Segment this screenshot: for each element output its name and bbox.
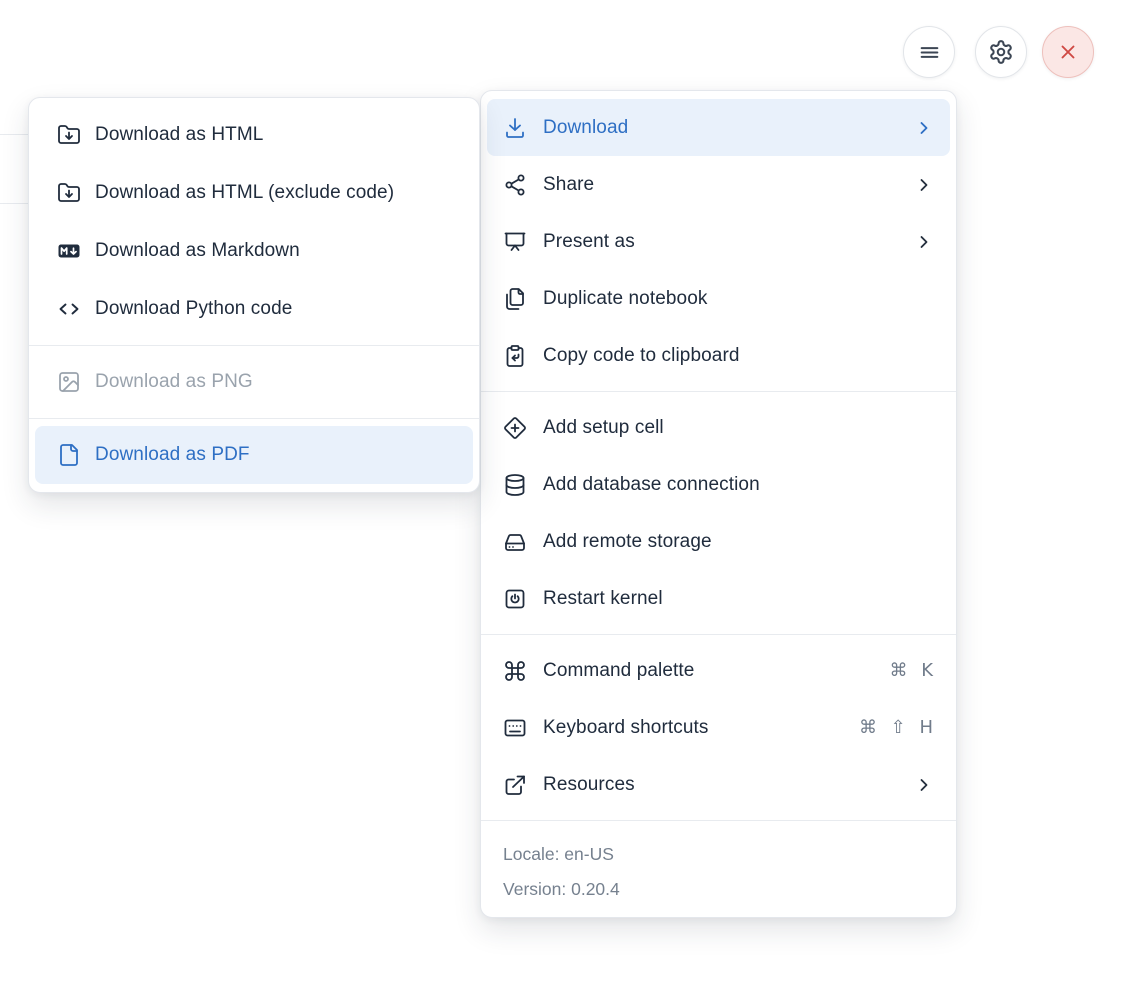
menu-item-download[interactable]: Download	[487, 99, 950, 156]
gear-icon	[990, 40, 1012, 64]
menu-item-add-database-connection[interactable]: Add database connection	[487, 456, 950, 513]
background-cell-border	[0, 134, 28, 135]
notebook-menu-button[interactable]	[903, 26, 955, 78]
clipboard-copy-icon	[506, 344, 524, 367]
chevron-right-icon	[920, 178, 928, 191]
menu-separator	[481, 820, 956, 821]
chevron-right-icon	[920, 778, 928, 791]
menu-separator	[29, 418, 479, 419]
command-icon	[505, 660, 525, 681]
locale-text: Locale: en-US	[503, 844, 614, 864]
menu-item-label: Keyboard shortcuts	[543, 716, 709, 738]
shortcut-text: ⌘ K	[889, 660, 934, 681]
close-icon	[1061, 45, 1075, 59]
menu-item-label: Resources	[543, 773, 635, 795]
menu-item-label: Add database connection	[543, 473, 760, 495]
share-icon	[505, 174, 525, 195]
settings-button[interactable]	[975, 26, 1027, 78]
keyboard-icon	[504, 719, 526, 736]
menu-item-keyboard-shortcuts[interactable]: Keyboard shortcuts ⌘ ⇧ H	[487, 699, 950, 756]
folder-download-icon	[58, 183, 80, 202]
menu-item-label: Download as Markdown	[95, 240, 300, 261]
menu-item-label: Download as PDF	[95, 444, 250, 465]
image-icon	[59, 372, 79, 392]
menu-item-restart-kernel[interactable]: Restart kernel	[487, 570, 950, 627]
menu-item-download-python[interactable]: Download Python code	[35, 280, 473, 338]
file-icon	[60, 444, 78, 466]
version-text: Version: 0.20.4	[503, 879, 620, 899]
menu-item-label: Download as PNG	[95, 371, 253, 392]
menu-item-label: Add remote storage	[543, 530, 712, 552]
presentation-icon	[504, 232, 526, 251]
menu-separator	[481, 634, 956, 635]
database-icon	[505, 473, 525, 496]
diamond-plus-icon	[504, 416, 526, 439]
folder-download-icon	[58, 125, 80, 144]
menu-separator	[481, 391, 956, 392]
hard-drive-icon	[505, 533, 525, 551]
background-cell-border	[0, 203, 28, 204]
menu-item-add-remote-storage[interactable]: Add remote storage	[487, 513, 950, 570]
menu-item-download-markdown[interactable]: Download as Markdown	[35, 222, 473, 280]
menu-item-label: Copy code to clipboard	[543, 344, 740, 366]
menu-item-label: Command palette	[543, 659, 695, 681]
menu-item-download-html[interactable]: Download as HTML	[35, 106, 473, 164]
power-square-icon	[505, 589, 525, 608]
menu-item-label: Download	[543, 116, 629, 138]
menu-item-label: Present as	[543, 230, 635, 252]
markdown-icon	[58, 244, 80, 258]
menu-item-label: Duplicate notebook	[543, 287, 708, 309]
menu-item-copy-code[interactable]: Copy code to clipboard	[487, 327, 950, 384]
hamburger-icon	[920, 46, 938, 58]
menu-item-present-as[interactable]: Present as	[487, 213, 950, 270]
menu-item-add-setup-cell[interactable]: Add setup cell	[487, 399, 950, 456]
menu-item-command-palette[interactable]: Command palette ⌘ K	[487, 642, 950, 699]
menu-item-share[interactable]: Share	[487, 156, 950, 213]
menu-item-label: Share	[543, 173, 595, 195]
menu-item-download-html-exclude-code[interactable]: Download as HTML (exclude code)	[35, 164, 473, 222]
menu-footer: Locale: en-US Version: 0.20.4	[481, 828, 956, 909]
menu-item-resources[interactable]: Resources	[487, 756, 950, 813]
code-icon	[59, 303, 79, 315]
menu-item-label: Download Python code	[95, 298, 293, 319]
duplicate-files-icon	[506, 287, 524, 310]
shortcut-text: ⌘ ⇧ H	[858, 717, 934, 738]
external-link-icon	[505, 775, 525, 795]
menu-item-label: Restart kernel	[543, 587, 663, 609]
download-icon	[506, 117, 524, 138]
menu-item-download-png: Download as PNG	[35, 353, 473, 411]
menu-item-label: Add setup cell	[543, 416, 664, 438]
menu-item-duplicate-notebook[interactable]: Duplicate notebook	[487, 270, 950, 327]
close-button[interactable]	[1042, 26, 1094, 78]
menu-separator	[29, 345, 479, 346]
menu-item-label: Download as HTML (exclude code)	[95, 182, 395, 203]
chevron-right-icon	[920, 235, 928, 248]
menu-item-label: Download as HTML	[95, 124, 264, 145]
notebook-actions-menu: Download Share Present as Duplicate note…	[480, 90, 957, 918]
download-submenu: Download as HTML Download as HTML (exclu…	[28, 97, 480, 493]
menu-item-download-pdf[interactable]: Download as PDF	[35, 426, 473, 484]
chevron-right-icon	[920, 121, 928, 134]
